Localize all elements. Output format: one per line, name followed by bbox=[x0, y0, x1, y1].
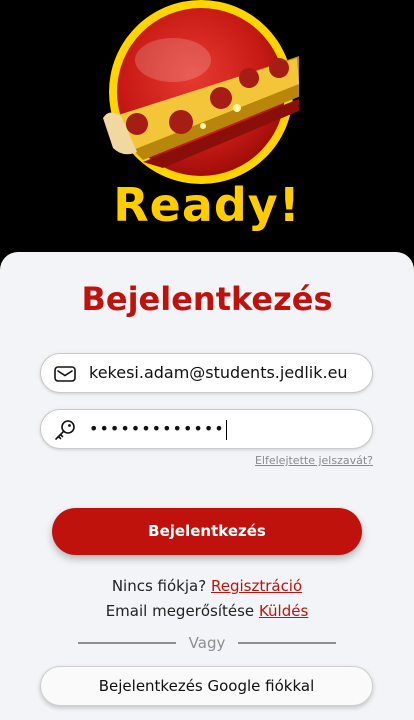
verify-prompt: Email megerősítése bbox=[105, 602, 255, 620]
text-caret bbox=[225, 419, 227, 440]
divider-line-right bbox=[238, 642, 336, 644]
login-card: Bejelentkezés kekesi.adam@students.jedli… bbox=[0, 252, 414, 720]
mail-icon bbox=[54, 366, 76, 382]
page-title: Bejelentkezés bbox=[81, 280, 333, 318]
divider: Vagy bbox=[78, 633, 336, 653]
email-value[interactable]: kekesi.adam@students.jedlik.eu bbox=[89, 354, 348, 392]
hero-banner: Ready! bbox=[0, 0, 414, 252]
password-value[interactable]: ••••••••••••• bbox=[89, 410, 227, 448]
register-link[interactable]: Regisztráció bbox=[211, 577, 302, 595]
verify-link[interactable]: Küldés bbox=[259, 602, 308, 620]
forgot-password-link[interactable]: Elfelejtette jelszavát? bbox=[255, 454, 373, 467]
password-field[interactable]: ••••••••••••• bbox=[40, 409, 373, 449]
pizza-logo bbox=[103, 0, 299, 184]
login-button[interactable]: Bejelentkezés bbox=[52, 508, 362, 555]
brand-text: Ready! bbox=[113, 178, 301, 232]
verify-row: Email megerősítése Küldés bbox=[0, 602, 414, 620]
key-icon bbox=[55, 420, 75, 440]
register-prompt: Nincs fiókja? bbox=[111, 577, 207, 595]
register-row: Nincs fiókja? Regisztráció bbox=[0, 577, 414, 595]
email-field[interactable]: kekesi.adam@students.jedlik.eu bbox=[40, 353, 373, 393]
google-login-button[interactable]: Bejelentkezés Google fiókkal bbox=[40, 666, 373, 706]
